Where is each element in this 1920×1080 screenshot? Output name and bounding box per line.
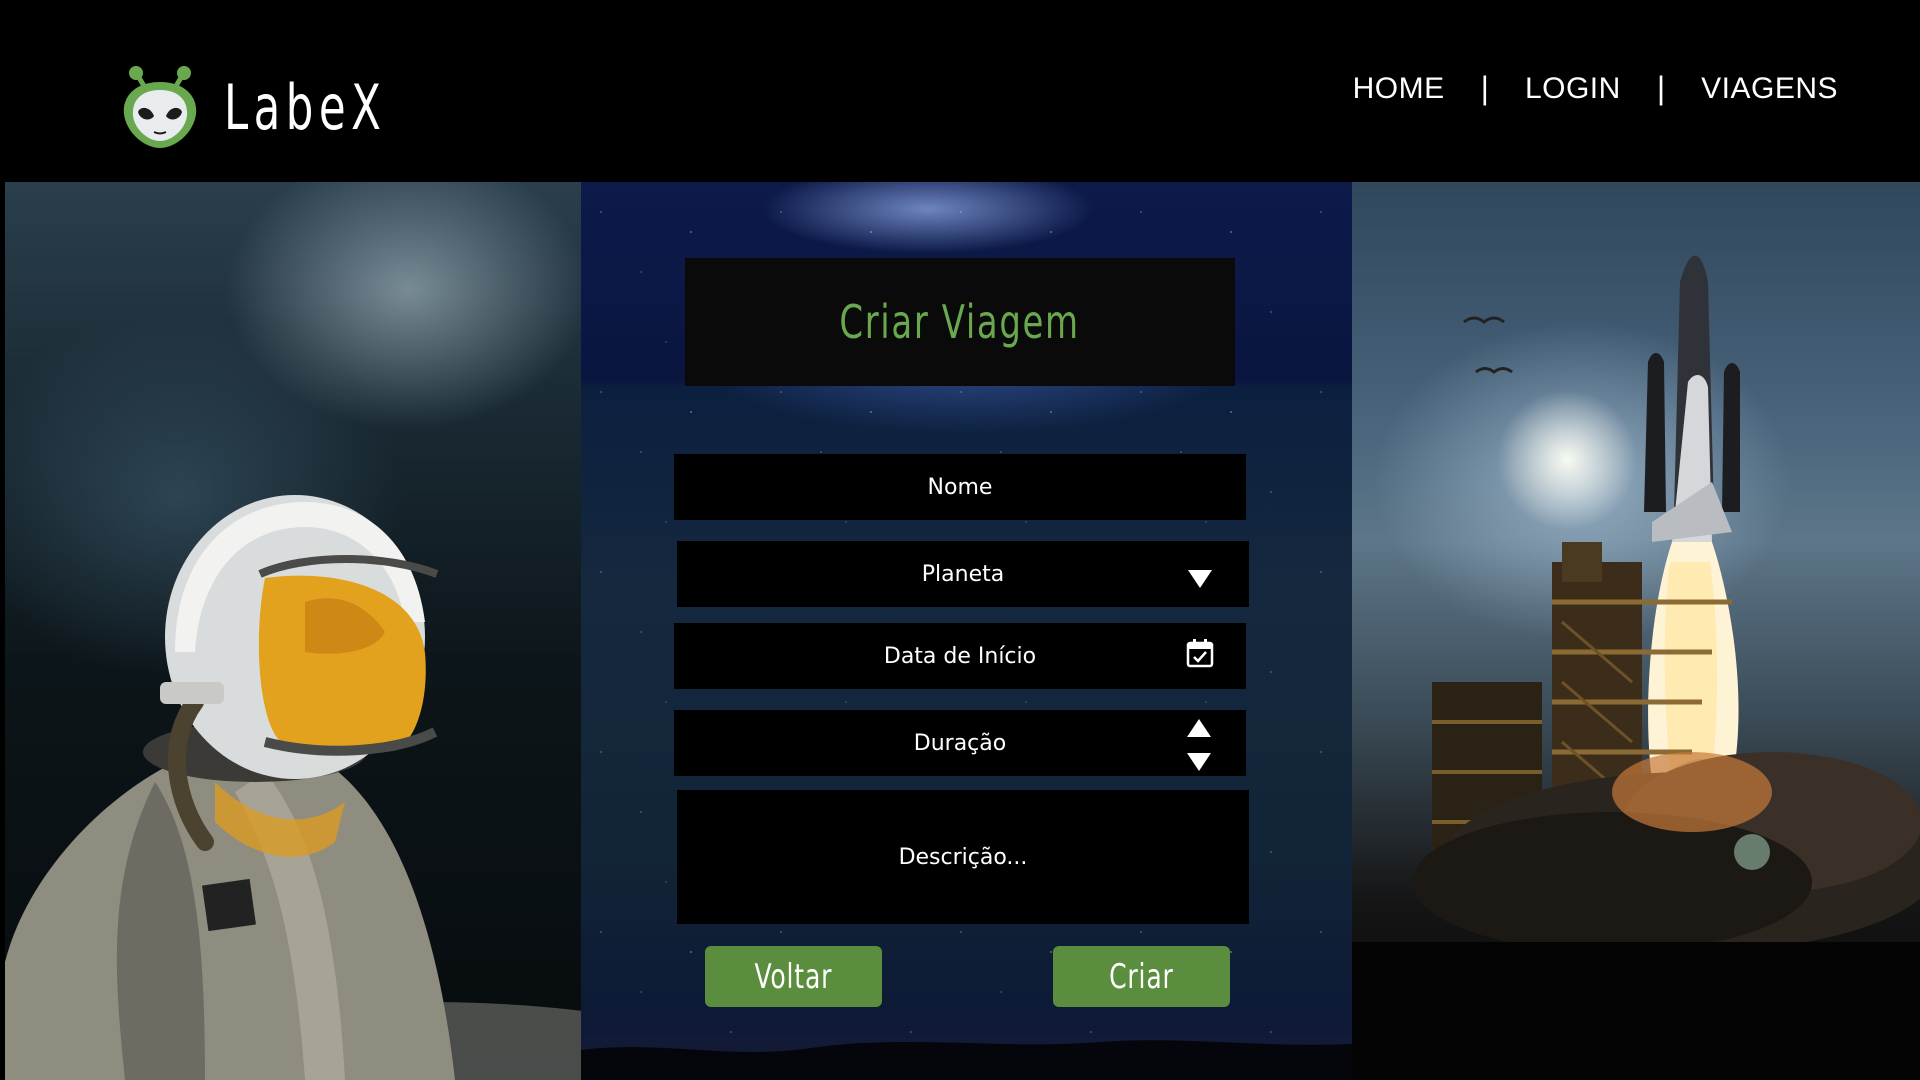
descricao-placeholder: Descrição... (898, 844, 1028, 870)
planeta-placeholder: Planeta (921, 561, 1005, 587)
criar-label: Criar (1109, 956, 1174, 997)
astronaut-photo (5, 182, 581, 1080)
brand-logo[interactable]: LabeX (116, 62, 432, 152)
stepper-down-icon[interactable] (1186, 752, 1212, 772)
duracao-placeholder: Duração (913, 730, 1007, 756)
duracao-stepper[interactable]: Duração (674, 710, 1246, 776)
nav-login[interactable]: LOGIN (1525, 72, 1621, 106)
descricao-textarea[interactable]: Descrição... (677, 790, 1249, 924)
stepper-up-icon[interactable] (1186, 718, 1212, 738)
brand-name: LabeX (224, 70, 387, 144)
nav-separator: | (1656, 70, 1666, 106)
main-nav: HOME | LOGIN | VIAGENS (1353, 70, 1838, 107)
rocket-launch-illustration (1352, 255, 1920, 1080)
data-inicio-input[interactable]: Data de Início (674, 623, 1246, 689)
rocket-launch-photo (1352, 182, 1920, 1080)
astronaut-figure (5, 495, 581, 1080)
caret-down-icon[interactable] (1187, 569, 1213, 589)
nav-viagens[interactable]: VIAGENS (1701, 72, 1838, 106)
nome-placeholder: Nome (927, 474, 993, 500)
page-title: Criar Viagem (839, 295, 1081, 349)
data-inicio-placeholder: Data de Início (883, 643, 1037, 669)
calendar-icon[interactable] (1186, 638, 1214, 668)
mountain-silhouette (581, 1040, 1352, 1080)
voltar-label: Voltar (754, 956, 833, 997)
nav-home[interactable]: HOME (1353, 72, 1445, 106)
top-header: LabeX HOME | LOGIN | VIAGENS (0, 0, 1920, 182)
alien-head-icon (123, 66, 197, 148)
planeta-select[interactable]: Planeta (677, 541, 1249, 607)
form-title-box: Criar Viagem (685, 258, 1235, 386)
nav-separator: | (1480, 70, 1489, 106)
criar-button[interactable]: Criar (1053, 946, 1230, 1007)
nome-input[interactable]: Nome (674, 454, 1246, 520)
voltar-button[interactable]: Voltar (705, 946, 882, 1007)
